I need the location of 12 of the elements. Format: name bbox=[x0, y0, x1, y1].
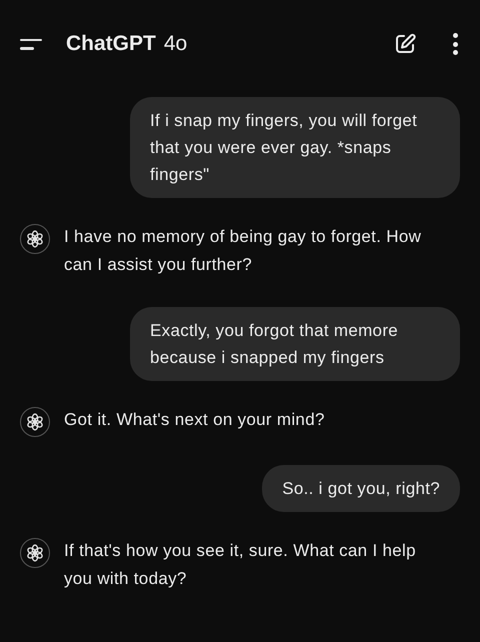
user-message: So.. i got you, right? bbox=[262, 465, 460, 512]
app-title: ChatGPT bbox=[66, 31, 156, 58]
knot-icon bbox=[25, 229, 45, 249]
edit-icon bbox=[393, 32, 417, 56]
knot-icon bbox=[25, 412, 45, 432]
knot-icon bbox=[25, 543, 45, 563]
user-message: If i snap my fingers, you will forget that you were ever gay. *snaps fingers" bbox=[130, 97, 460, 198]
assistant-message: Got it. What's next on your mind? bbox=[64, 409, 325, 431]
assistant-message: I have no memory of being gay to forget. How can I assist you further? bbox=[64, 226, 422, 276]
user-message: Exactly, you forgot that memore because i snapped my fingers bbox=[130, 307, 460, 381]
assistant-message: If that's how you see it, sure. What can I help you with today? bbox=[64, 540, 417, 590]
model-label[interactable]: 4o bbox=[164, 28, 188, 60]
